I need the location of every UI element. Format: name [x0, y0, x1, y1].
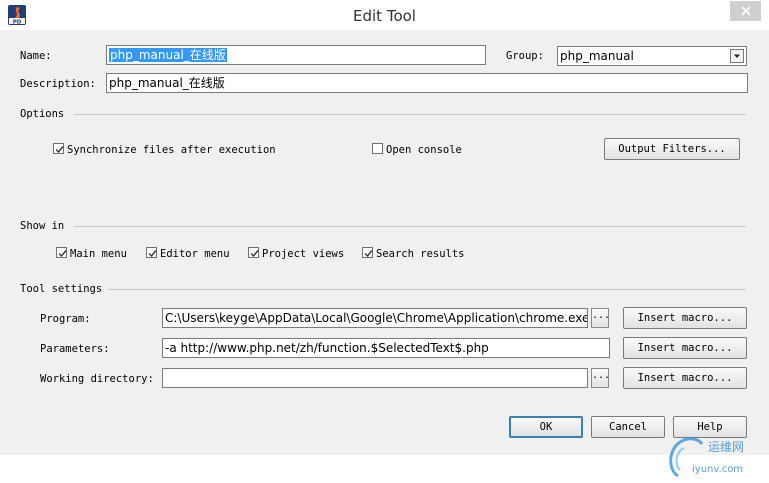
project-views-checkbox[interactable] [248, 247, 259, 258]
name-field[interactable]: php_manual_在线版 [106, 45, 486, 65]
show-in-heading: Show in [20, 220, 65, 232]
close-icon [740, 6, 751, 16]
parameters-field[interactable]: -a http://www.php.net/zh/function.$Selec… [162, 338, 610, 358]
group-label: Group: [506, 50, 544, 62]
program-label: Program: [40, 313, 91, 325]
sync-files-label: Synchronize files after execution [67, 144, 276, 156]
main-menu-checkbox[interactable] [56, 247, 67, 258]
chevron-down-icon [734, 54, 740, 58]
watermark-logo: 运维网 iyunv.com [664, 430, 764, 480]
search-results-checkbox[interactable] [362, 247, 373, 258]
program-insert-macro-button[interactable]: Insert macro... [623, 307, 747, 329]
name-value: php_manual_在线版 [109, 48, 227, 62]
name-label: Name: [20, 50, 52, 62]
watermark-text-top: 运维网 [708, 440, 744, 454]
program-field[interactable]: C:\Users\keyge\AppData\Local\Google\Chro… [162, 308, 588, 328]
open-console-checkbox[interactable] [372, 143, 383, 154]
close-button[interactable] [730, 1, 761, 21]
working-dir-label: Working directory: [40, 373, 154, 385]
working-dir-browse-button[interactable]: ... [591, 368, 610, 388]
checkmark-icon [250, 250, 259, 258]
tool-settings-divider [108, 289, 746, 290]
parameters-insert-macro-button[interactable]: Insert macro... [623, 337, 747, 359]
options-heading: Options [20, 108, 65, 120]
program-browse-button[interactable]: ... [591, 308, 610, 328]
title-bar: PD Edit Tool [0, 0, 769, 30]
editor-menu-checkbox[interactable] [146, 247, 157, 258]
sync-files-checkbox[interactable] [53, 143, 64, 154]
ok-button[interactable]: OK [509, 416, 583, 438]
open-console-label: Open console [386, 144, 462, 156]
checkmark-icon [148, 250, 157, 258]
working-dir-insert-macro-button[interactable]: Insert macro... [623, 367, 747, 389]
output-filters-button[interactable]: Output Filters... [604, 138, 740, 160]
checkmark-icon [58, 250, 67, 258]
parameters-label: Parameters: [40, 343, 110, 355]
working-dir-field[interactable] [162, 368, 588, 388]
parameters-value: -a http://www.php.net/zh/function.$Selec… [165, 341, 489, 355]
description-label: Description: [20, 78, 96, 90]
description-value: php_manual_在线版 [109, 76, 225, 90]
main-menu-label: Main menu [70, 248, 127, 260]
search-results-label: Search results [376, 248, 465, 260]
cancel-button[interactable]: Cancel [591, 416, 665, 438]
window-title: Edit Tool [353, 7, 416, 25]
checkmark-icon [364, 250, 373, 258]
project-views-label: Project views [262, 248, 345, 260]
description-field[interactable]: php_manual_在线版 [106, 73, 748, 93]
group-select[interactable]: php_manual [557, 46, 747, 66]
watermark-text-bottom: iyunv.com [692, 464, 743, 475]
show-in-divider [74, 226, 746, 227]
group-value: php_manual [560, 49, 634, 63]
editor-menu-label: Editor menu [160, 248, 230, 260]
tool-settings-heading: Tool settings [20, 283, 103, 295]
options-divider [74, 114, 746, 115]
program-value: C:\Users\keyge\AppData\Local\Google\Chro… [165, 311, 588, 325]
dropdown-toggle[interactable] [730, 49, 744, 63]
edit-tool-dialog: Name: php_manual_在线版 Group: php_manual D… [0, 30, 769, 478]
checkmark-icon [55, 146, 64, 154]
